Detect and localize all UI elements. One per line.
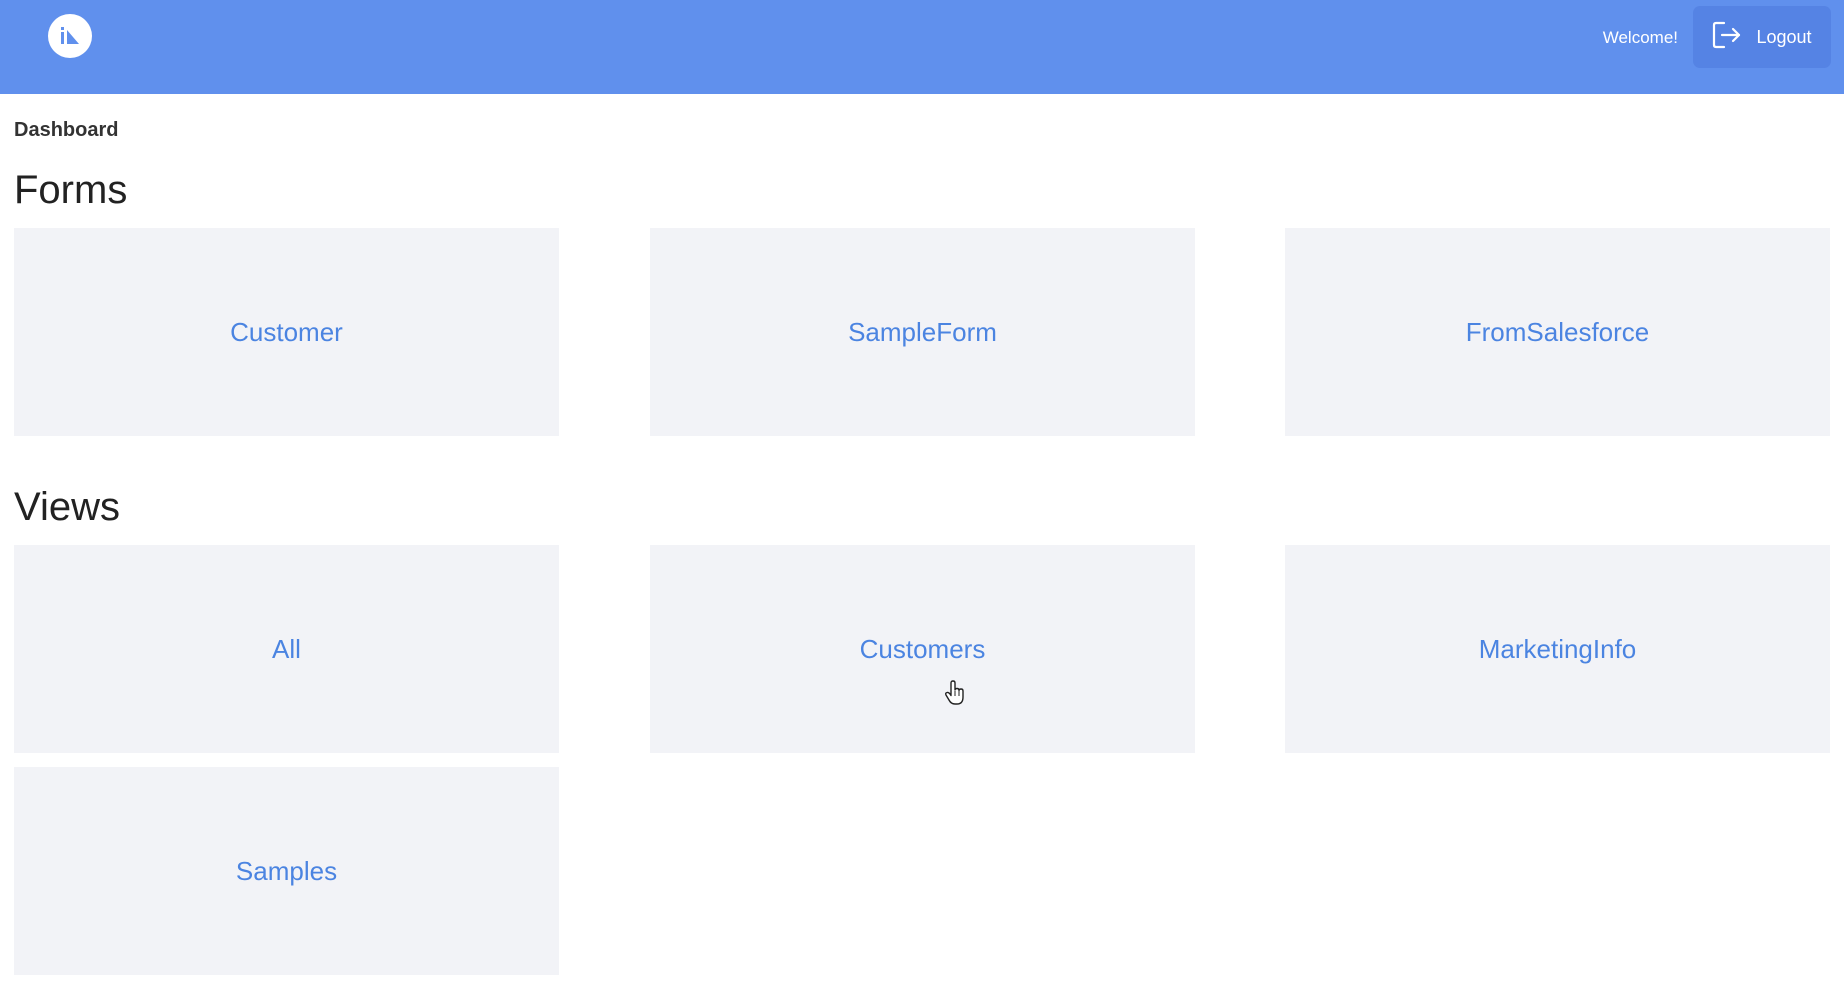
card-label: MarketingInfo [1478,633,1637,664]
forms-section-title: Forms [14,168,128,212]
top-navigation-bar: Welcome! Logout [0,0,1844,94]
view-card-samples[interactable]: Samples [14,767,559,975]
breadcrumb[interactable]: Dashboard [14,119,118,142]
card-label: Samples [235,855,338,886]
dashboard-page: Welcome! Logout Dashboard Forms Customer… [0,0,1844,992]
card-label: Customer [230,316,343,347]
welcome-text: Welcome! [1602,28,1678,47]
logout-button[interactable]: Logout [1693,6,1831,68]
logout-icon [1712,21,1742,54]
card-label: SampleForm [848,316,997,347]
card-label: Customers [859,633,986,664]
form-card-customer[interactable]: Customer [14,228,559,436]
hand-pointer-cursor-icon [944,680,966,706]
views-section-title: Views [14,485,120,529]
card-label: FromSalesforce [1465,316,1650,347]
logout-label: Logout [1756,26,1812,47]
card-label: All [272,633,301,664]
view-card-marketinginfo[interactable]: MarketingInfo [1285,545,1830,753]
view-card-all[interactable]: All [14,545,559,753]
view-card-customers[interactable]: Customers [650,545,1195,753]
app-logo-icon[interactable] [48,14,92,58]
form-card-fromsalesforce[interactable]: FromSalesforce [1285,228,1830,436]
form-card-sampleform[interactable]: SampleForm [650,228,1195,436]
